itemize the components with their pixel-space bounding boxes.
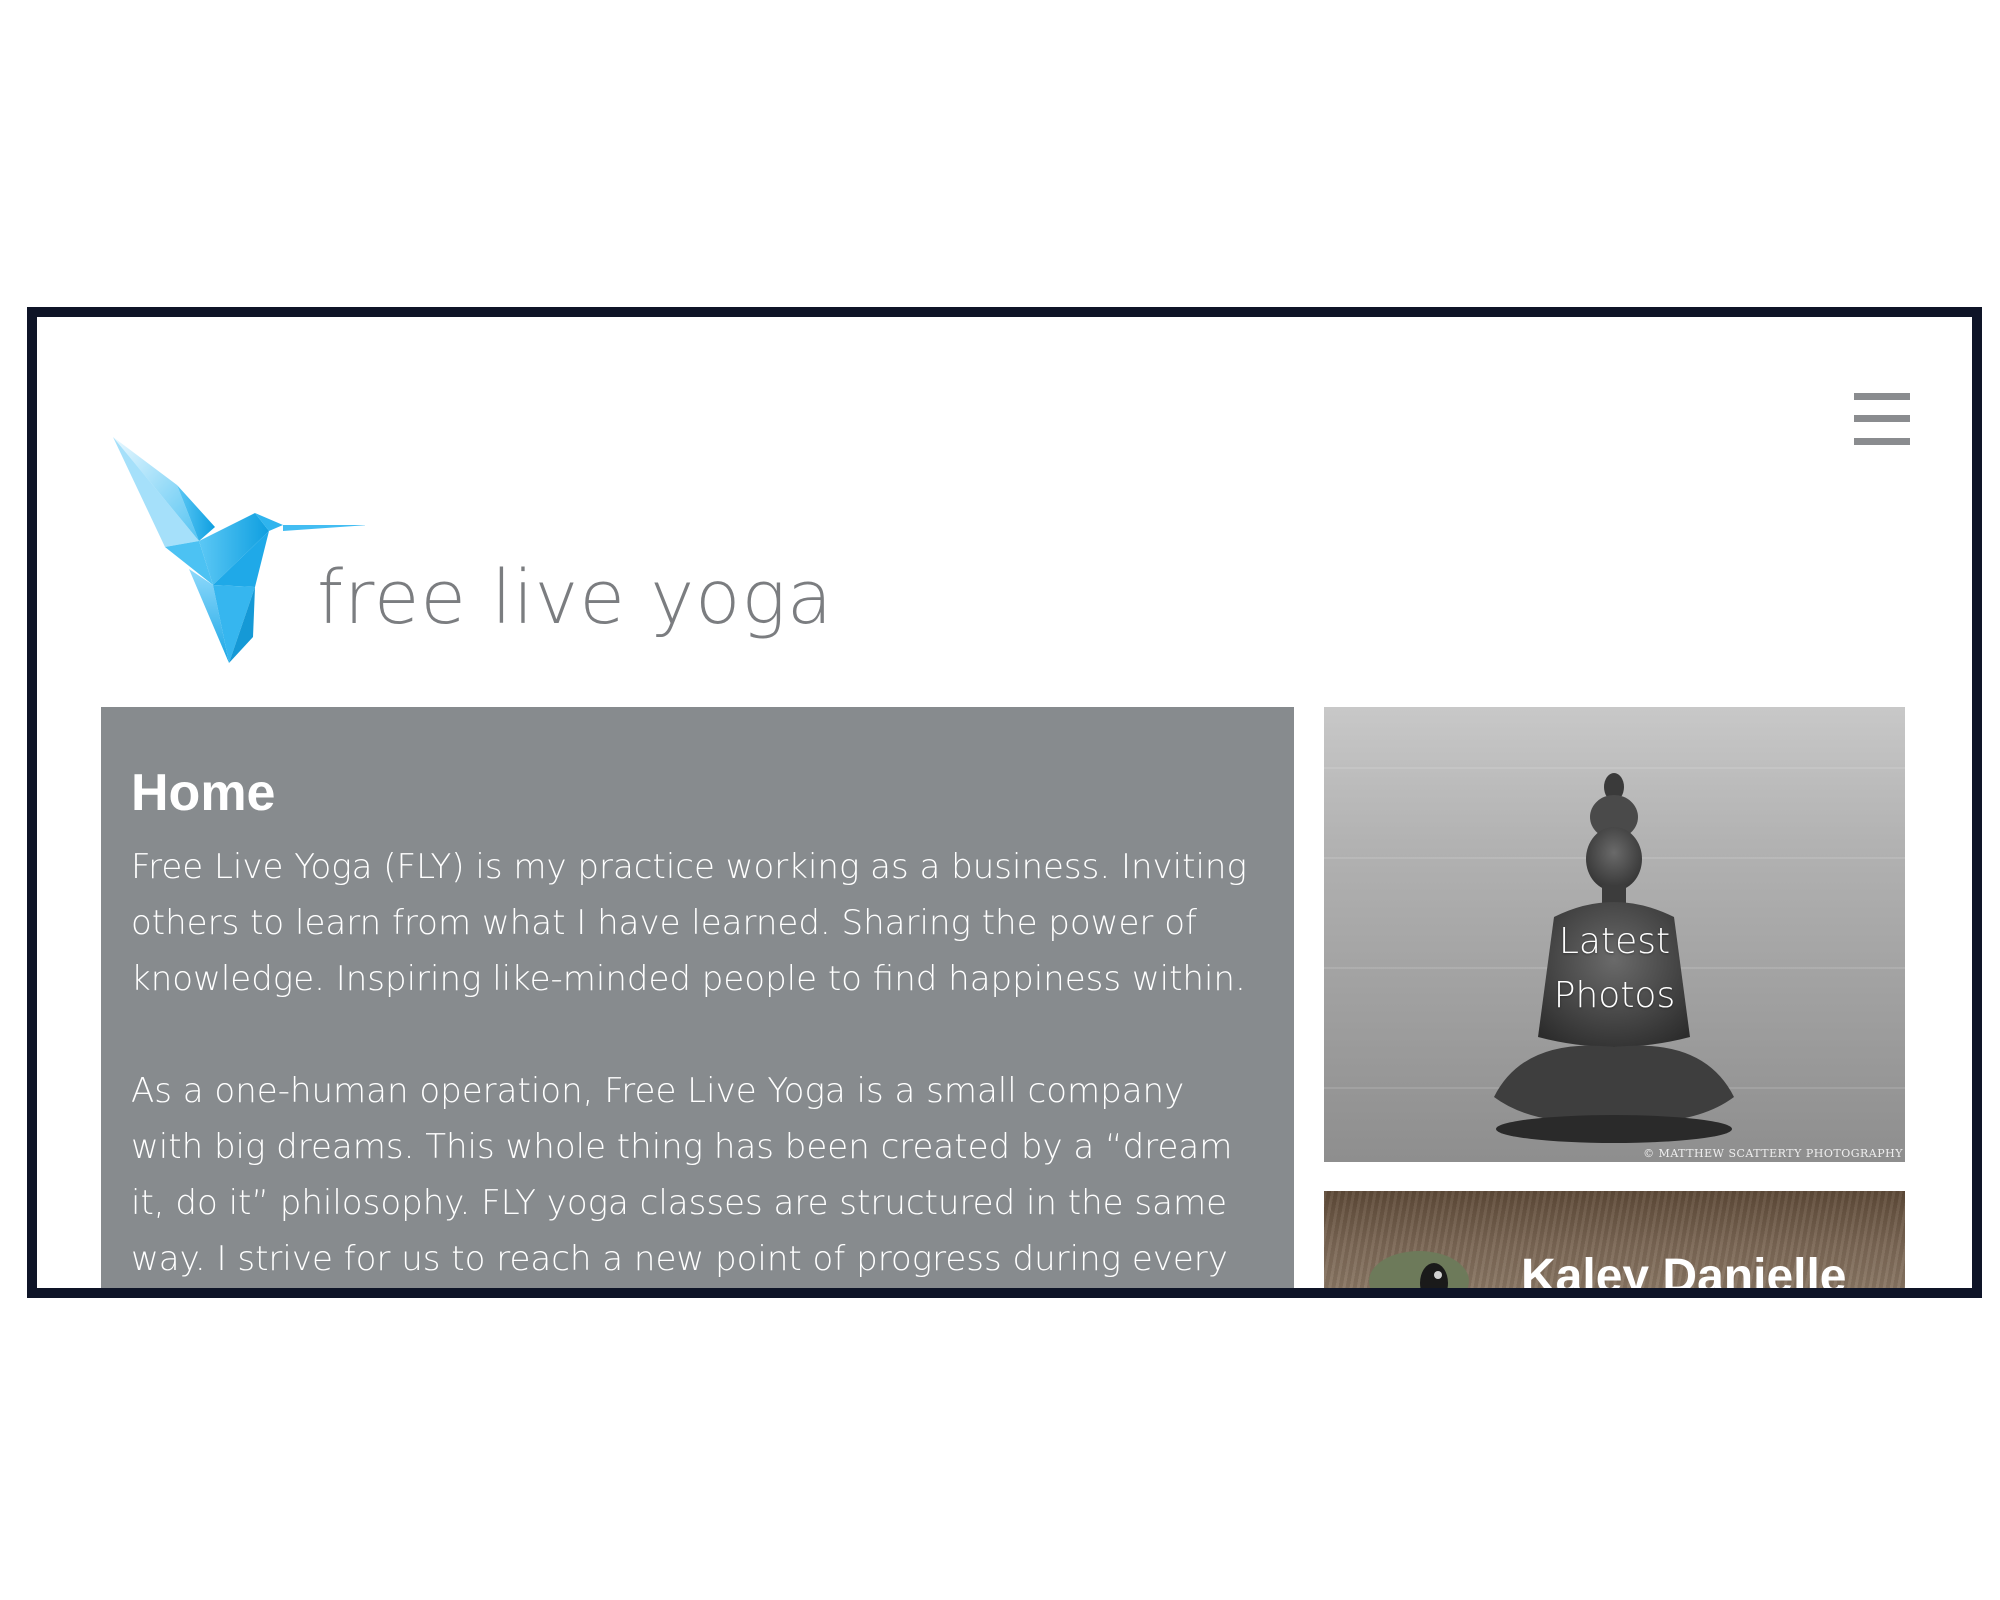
profile-name: Kaley Danielle	[1521, 1250, 1847, 1298]
cat-eye-image	[1369, 1251, 1469, 1288]
intro-paragraph: Free Live Yoga (FLY) is my practice work…	[131, 847, 1247, 999]
profile-card[interactable]: Kaley Danielle	[1324, 1191, 1905, 1298]
photo-watermark: © MATTHEW SCATTERTY PHOTOGRAPHY	[1643, 1147, 1903, 1160]
page-title: Home	[131, 764, 276, 822]
site-logo[interactable]: free live yoga	[105, 437, 832, 677]
latest-photos-label-line1: Latest	[1558, 921, 1671, 962]
logo-wordmark: free live yoga	[317, 555, 834, 641]
menu-bar-bottom	[1854, 438, 1910, 445]
home-content-panel: Home Free Live Yoga (FLY) is my practice…	[101, 707, 1294, 1288]
latest-photos-label-line2: Photos	[1553, 975, 1676, 1016]
operation-paragraph: As a one-human operation, Free Live Yoga…	[131, 1071, 1233, 1279]
latest-photos-card[interactable]: Latest Photos © MATTHEW SCATTERTY PHOTOG…	[1324, 707, 1905, 1162]
browser-viewport-frame: free live yoga Home Free Live Yoga (FLY)…	[27, 307, 1982, 1298]
latest-photos-label: Latest Photos	[1505, 915, 1725, 1023]
hamburger-menu-icon[interactable]	[1854, 393, 1910, 445]
menu-bar-middle	[1854, 415, 1910, 422]
menu-bar-top	[1854, 393, 1910, 400]
